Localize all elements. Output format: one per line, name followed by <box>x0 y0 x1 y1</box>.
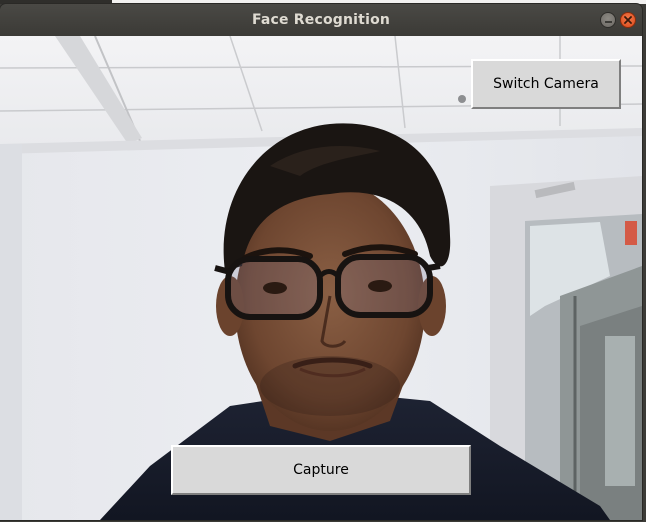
app-window: Face Recognition Switch Camera Capture <box>0 4 642 520</box>
close-button[interactable] <box>620 12 636 28</box>
minimize-button[interactable] <box>600 12 616 28</box>
window-title: Face Recognition <box>251 12 391 28</box>
minimize-icon <box>604 20 612 23</box>
title-bar[interactable]: Face Recognition <box>0 4 642 36</box>
close-icon <box>624 16 632 24</box>
capture-button[interactable]: Capture <box>171 445 471 495</box>
camera-feed: Switch Camera Capture <box>0 36 642 520</box>
switch-camera-button[interactable]: Switch Camera <box>471 59 621 109</box>
